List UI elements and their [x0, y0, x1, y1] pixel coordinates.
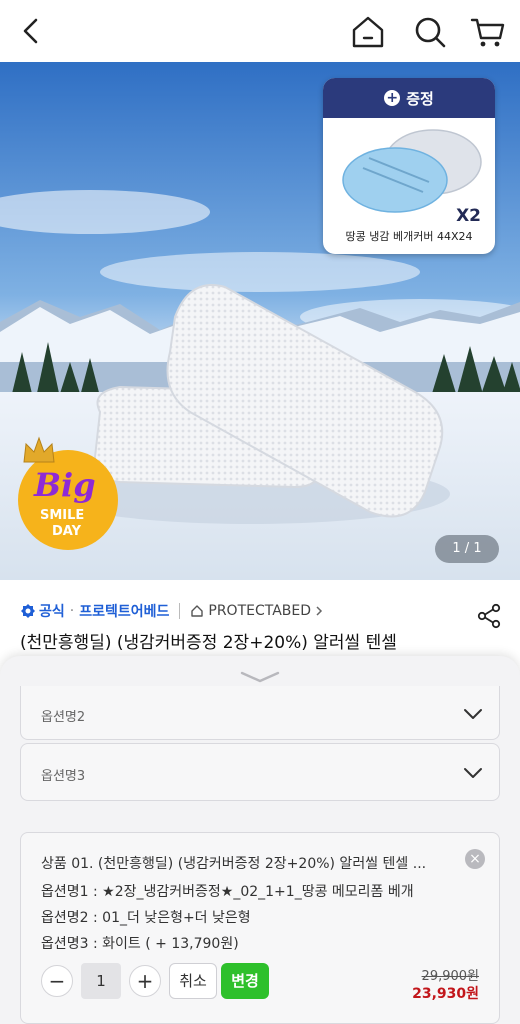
badge-day-text: DAY	[52, 524, 82, 539]
original-price: 29,900원	[421, 969, 479, 984]
home-icon[interactable]	[348, 12, 388, 52]
cart-icon[interactable]	[468, 12, 508, 52]
divider	[179, 603, 181, 619]
selected-product-name: 상품 01. (천만흥행딜) (냉감커버증정 2장+20%) 알러씰 텐셀 ..…	[41, 856, 427, 872]
share-icon[interactable]	[476, 603, 502, 629]
gift-body: X2 땅콩 냉감 베개커버 44X24	[323, 118, 495, 254]
option2-placeholder: 옵션명2	[41, 710, 86, 725]
sale-price: 23,930원	[412, 986, 479, 1002]
top-bar	[0, 0, 520, 62]
separator-dot: ·	[69, 603, 75, 619]
brand-row: 공식 · 프로텍트어베드 PROTECTABED	[20, 600, 323, 622]
product-title: (천만흥행딜) (냉감커버증정 2장+20%) 알러씰 텐셀	[20, 633, 397, 653]
verified-icon	[21, 604, 35, 618]
big-smile-day-badge: Big SMILE DAY	[18, 436, 118, 550]
cancel-button[interactable]: 취소	[169, 963, 217, 999]
brand-name[interactable]: 프로텍트어베드	[79, 601, 169, 621]
crown-icon	[23, 436, 55, 463]
gift-quantity: X2	[456, 206, 481, 226]
gift-header-label: 증정	[406, 89, 434, 108]
remove-selection-close-icon[interactable]: ×	[465, 849, 485, 869]
sheet-collapse-handle-icon[interactable]	[240, 670, 280, 684]
official-badge[interactable]: 공식	[20, 601, 65, 621]
option3-select[interactable]: 옵션명3	[20, 743, 500, 801]
selected-option2: 옵션명2 : 01_더 낮은형+더 낮은형	[41, 910, 251, 926]
badge-big-text: Big	[34, 466, 96, 504]
gift-name: 땅콩 냉감 베개커버 44X24	[345, 230, 473, 243]
gift-card: + 증정 X2 땅콩 냉감 베개커버 44X24	[323, 78, 495, 254]
badge-smile-text: SMILE	[40, 508, 85, 523]
selected-option1: 옵션명1 : ★2장_냉감커버증정★_02_1+1_땅콩 메모리폼 베개	[41, 884, 414, 900]
search-icon[interactable]	[410, 12, 450, 52]
plus-circle-icon: +	[384, 90, 401, 106]
store-name: PROTECTABED	[208, 603, 312, 619]
quantity-increase-button[interactable]: +	[129, 965, 161, 997]
chevron-down-icon	[464, 768, 482, 778]
option-sheet: 옵션명2 옵션명3 상품 01. (천만흥행딜) (냉감커버증정 2장+20%)…	[0, 656, 520, 1024]
gift-header: + 증정	[323, 78, 495, 118]
option3-placeholder: 옵션명3	[41, 769, 86, 784]
option2-select[interactable]: 옵션명2	[20, 686, 500, 740]
store-home-icon	[191, 605, 204, 617]
quantity-decrease-button[interactable]: −	[41, 965, 73, 997]
quantity-value[interactable]: 1	[81, 963, 121, 999]
image-page-indicator: 1 / 1	[435, 535, 499, 563]
store-link[interactable]: PROTECTABED	[190, 603, 323, 619]
official-label: 공식	[39, 604, 65, 620]
change-button[interactable]: 변경	[221, 963, 269, 999]
selected-option-card: 상품 01. (천만흥행딜) (냉감커버증정 2장+20%) 알러씰 텐셀 ..…	[20, 832, 500, 1024]
selected-option3: 옵션명3 : 화이트 ( + 13,790원)	[41, 936, 239, 952]
chevron-right-icon	[316, 606, 323, 616]
back-icon[interactable]	[14, 14, 48, 48]
chevron-down-icon	[464, 709, 482, 719]
